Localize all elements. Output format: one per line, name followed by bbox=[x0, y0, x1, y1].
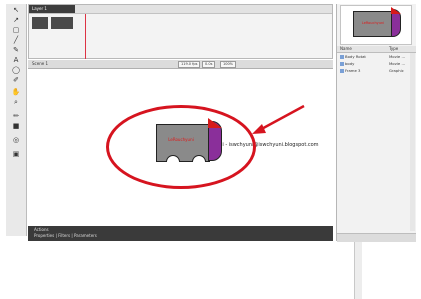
layer-block[interactable] bbox=[51, 17, 73, 29]
tools-panel: ↖ ↗ ▢ ╱ ✎ A ◯ ✐ ✋ ⌕ ✏ ■ ◎ ▣ bbox=[6, 4, 27, 236]
car-label: LeRouchyuni bbox=[168, 137, 194, 142]
movie-clip-icon bbox=[340, 62, 344, 66]
pen-tool-icon[interactable]: ✎ bbox=[9, 46, 23, 55]
brush-tool-icon[interactable]: ✐ bbox=[9, 76, 23, 85]
oval-tool-icon[interactable]: ◯ bbox=[9, 66, 23, 75]
preview-label: LeRouchyuni bbox=[361, 21, 385, 25]
options-icon[interactable]: ▣ bbox=[9, 150, 23, 159]
stage[interactable]: Esoohyuni - iswchyuni@iswchyuni.blogspot… bbox=[28, 69, 362, 299]
wheel-mask bbox=[165, 162, 181, 172]
text-tool-icon[interactable]: A bbox=[9, 56, 23, 65]
layer-tab[interactable]: Layer 1 bbox=[29, 5, 75, 13]
library-item[interactable]: body Movie ... bbox=[337, 61, 416, 67]
library-item[interactable]: Frame 3 Graphic bbox=[337, 68, 416, 74]
wheel-mask bbox=[191, 162, 207, 172]
library-header: Name Type bbox=[337, 46, 416, 53]
snap-icon[interactable]: ◎ bbox=[9, 136, 23, 145]
line-tool-icon[interactable]: ╱ bbox=[9, 36, 23, 45]
library-item[interactable]: Body Rotat Movie ... bbox=[337, 54, 416, 60]
fill-color-icon[interactable]: ■ bbox=[9, 122, 23, 131]
zoom-field[interactable]: 100% bbox=[220, 61, 237, 68]
playhead[interactable] bbox=[85, 14, 86, 59]
edit-bar: Scene 1 119.0 fps 0.0s 100% bbox=[28, 60, 333, 69]
properties-panel-label[interactable]: Properties | Filters | Parameters bbox=[34, 233, 97, 238]
zoom-tool-icon[interactable]: ⌕ bbox=[9, 98, 23, 107]
preview-car-roof bbox=[391, 7, 401, 14]
hand-tool-icon[interactable]: ✋ bbox=[9, 88, 23, 97]
pointer-arrow-icon bbox=[252, 104, 305, 134]
free-transform-tool-icon[interactable]: ▢ bbox=[9, 26, 23, 35]
actions-panel-label[interactable]: Actions bbox=[34, 227, 49, 232]
stroke-color-icon[interactable]: ✏ bbox=[9, 112, 23, 121]
scene-label[interactable]: Scene 1 bbox=[32, 61, 48, 66]
subselection-tool-icon[interactable]: ↗ bbox=[9, 16, 23, 25]
column-name[interactable]: Name bbox=[340, 46, 352, 52]
time-field[interactable]: 0.0s bbox=[202, 61, 216, 68]
library-panel: LeRouchyuni Name Type Body Rotat Movie .… bbox=[336, 4, 416, 242]
timeline-panel: Layer 1 bbox=[28, 4, 333, 59]
graphic-icon bbox=[340, 69, 344, 73]
layer-block[interactable] bbox=[32, 17, 48, 29]
timeline-header: Layer 1 bbox=[29, 5, 332, 14]
column-type[interactable]: Type bbox=[389, 46, 398, 52]
library-preview: LeRouchyuni bbox=[340, 5, 412, 45]
library-scrollbar[interactable] bbox=[410, 53, 415, 231]
selection-tool-icon[interactable]: ↖ bbox=[9, 6, 23, 15]
movie-clip-icon bbox=[340, 55, 344, 59]
frame-rate-field[interactable]: 119.0 fps bbox=[178, 61, 201, 68]
